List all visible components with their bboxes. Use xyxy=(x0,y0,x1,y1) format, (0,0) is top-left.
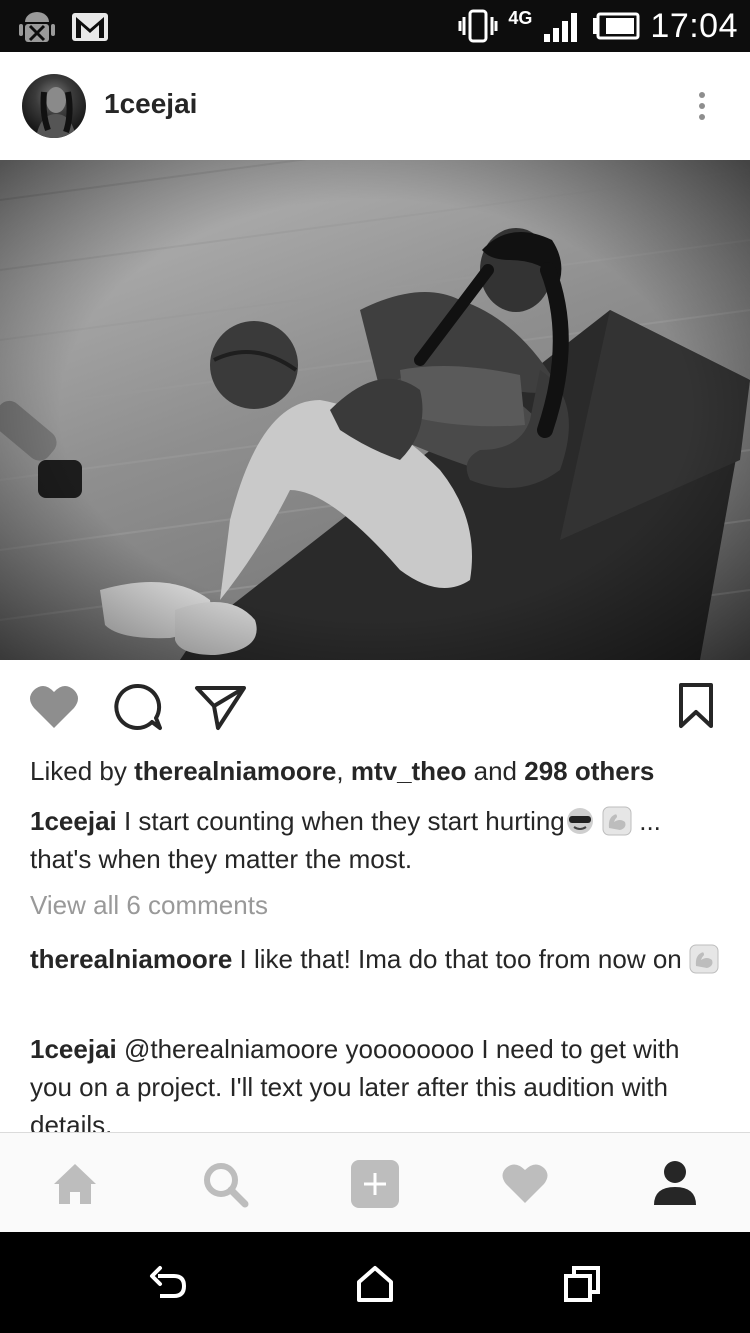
vibrate-icon xyxy=(458,9,498,43)
caption: 1ceejai I start counting when they start… xyxy=(30,802,720,878)
comment-username[interactable]: 1ceejai xyxy=(30,1034,117,1064)
caption-text-1: I start counting when they start hurting xyxy=(116,806,565,836)
add-post-icon[interactable] xyxy=(350,1159,400,1209)
avatar[interactable] xyxy=(22,74,86,138)
caption-username[interactable]: 1ceejai xyxy=(30,806,117,836)
network-type: 4G xyxy=(508,8,533,28)
activity-heart-icon[interactable] xyxy=(500,1159,550,1209)
clock: 17:04 xyxy=(650,6,738,45)
likes-separator: , xyxy=(336,756,351,786)
comment-text: I like that! Ima do that too from now on xyxy=(232,944,689,974)
likes-prefix: Liked by xyxy=(30,756,135,786)
more-options-icon[interactable] xyxy=(690,88,714,128)
post-username[interactable]: 1ceejai xyxy=(104,88,197,120)
comment-item: 1ceejai @therealniamoore yoooooooo I nee… xyxy=(30,1030,720,1144)
liked-by-user-2[interactable]: mtv_theo xyxy=(351,756,467,786)
comment-text: @therealniamoore yoooooooo I need to get… xyxy=(30,1034,680,1140)
sunglasses-emoji-icon xyxy=(566,808,593,834)
liked-by-others[interactable]: 298 others xyxy=(524,756,654,786)
liked-by-user-1[interactable]: therealniamoore xyxy=(134,756,336,786)
battery-icon xyxy=(593,12,640,40)
view-all-comments-link[interactable]: View all 6 comments xyxy=(30,890,268,921)
profile-icon[interactable] xyxy=(650,1159,700,1209)
likes-line: Liked by therealniamoore, mtv_theo and 2… xyxy=(30,756,654,787)
share-icon[interactable] xyxy=(194,682,248,732)
post-header: 1ceejai xyxy=(0,52,750,161)
bottom-nav-bar xyxy=(0,1132,750,1233)
recent-apps-icon[interactable] xyxy=(562,1264,602,1304)
signal-icon xyxy=(544,13,578,42)
status-bar: 4G 17:04 xyxy=(0,0,750,52)
gmail-icon xyxy=(72,13,108,41)
comment-item: therealniamoore I like that! Ima do that… xyxy=(30,940,720,978)
system-nav-bar xyxy=(0,1232,750,1333)
save-bookmark-icon[interactable] xyxy=(678,682,714,730)
home-icon[interactable] xyxy=(50,1159,100,1209)
post-actions xyxy=(0,660,750,756)
back-icon[interactable] xyxy=(148,1264,188,1304)
android-debug-icon xyxy=(19,12,55,42)
search-icon[interactable] xyxy=(200,1159,250,1209)
likes-and: and xyxy=(466,756,525,786)
like-heart-icon[interactable] xyxy=(28,682,80,730)
flexed-biceps-emoji-icon xyxy=(602,806,632,836)
post-photo[interactable] xyxy=(0,160,750,660)
flexed-biceps-emoji-icon xyxy=(689,944,719,974)
comment-username[interactable]: therealniamoore xyxy=(30,944,232,974)
comment-icon[interactable] xyxy=(112,682,164,732)
home-button-icon[interactable] xyxy=(355,1264,395,1304)
